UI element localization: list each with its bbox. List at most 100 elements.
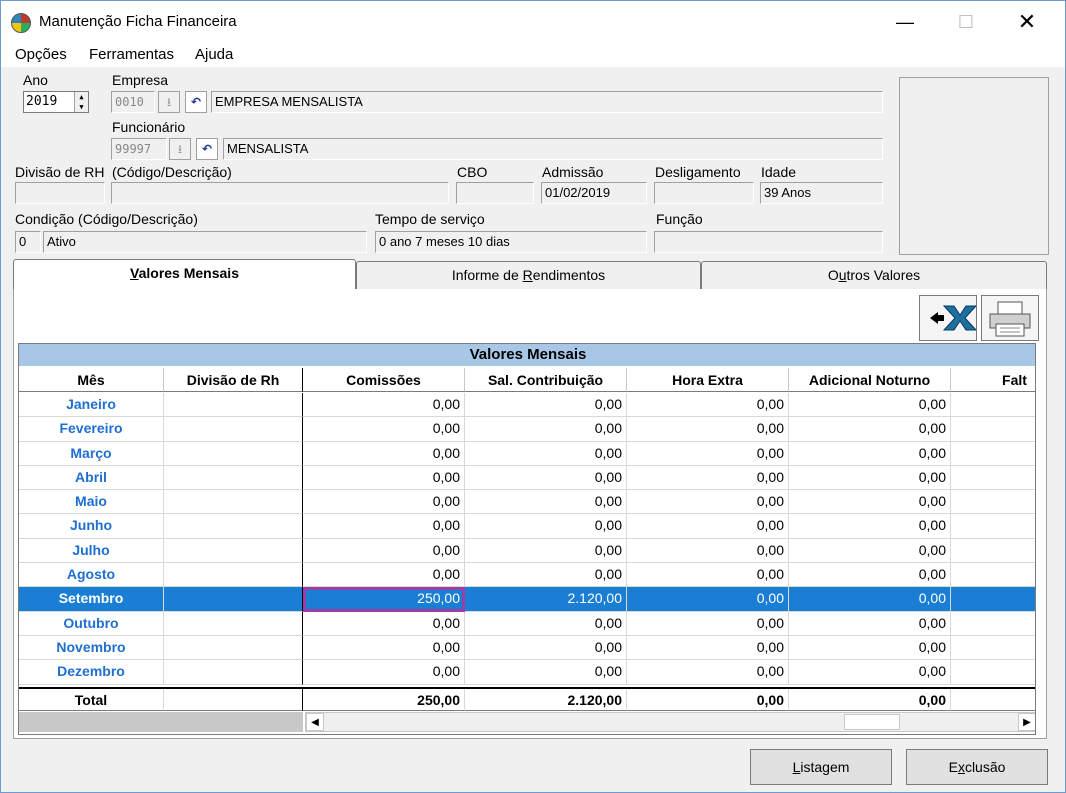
col-header[interactable]: Hora Extra [627, 368, 789, 392]
comissoes-cell[interactable]: 0,00 [303, 660, 465, 685]
divisao-cell[interactable] [164, 417, 303, 442]
faltas-cell[interactable] [951, 466, 1035, 491]
hora-extra-cell[interactable]: 0,00 [627, 514, 789, 539]
table-row[interactable]: Julho 0,00 0,00 0,00 0,00 [19, 538, 1035, 564]
faltas-cell[interactable] [951, 514, 1035, 539]
divisao-cell[interactable] [164, 514, 303, 539]
hora-extra-cell[interactable]: 0,00 [627, 417, 789, 442]
faltas-cell[interactable] [951, 417, 1035, 442]
mes-cell[interactable]: Novembro [19, 635, 164, 661]
hora-extra-cell[interactable]: 0,00 [627, 587, 789, 612]
faltas-cell[interactable] [951, 563, 1035, 588]
table-row[interactable]: Dezembro 0,00 0,00 0,00 0,00 [19, 660, 1035, 685]
adicional-noturno-cell[interactable]: 0,00 [789, 587, 951, 612]
valores-mensais-grid[interactable]: Valores Mensais Mês Divisão de Rh Comiss… [18, 343, 1036, 735]
comissoes-cell[interactable]: 0,00 [303, 611, 465, 636]
adicional-noturno-cell[interactable]: 0,00 [789, 538, 951, 564]
empresa-code-field[interactable]: 0010 [111, 91, 155, 113]
mes-cell[interactable]: Janeiro [19, 393, 164, 418]
hora-extra-cell[interactable]: 0,00 [627, 393, 789, 418]
mes-cell[interactable]: Julho [19, 538, 164, 564]
table-row[interactable]: Outubro 0,00 0,00 0,00 0,00 [19, 611, 1035, 636]
sal-contribuicao-cell[interactable]: 0,00 [465, 611, 627, 636]
comissoes-cell[interactable]: 0,00 [303, 563, 465, 588]
scroll-left-icon[interactable]: ◀ [306, 713, 324, 731]
sal-contribuicao-cell[interactable]: 0,00 [465, 465, 627, 491]
faltas-cell[interactable] [951, 393, 1035, 418]
listagem-button[interactable]: Listagem [750, 749, 892, 785]
faltas-cell[interactable] [951, 660, 1035, 685]
tab-outros-valores[interactable]: Outros Valores [701, 261, 1047, 289]
faltas-cell[interactable] [951, 612, 1035, 636]
col-header[interactable]: Sal. Contribuição [465, 368, 627, 392]
hora-extra-cell[interactable]: 0,00 [627, 563, 789, 588]
comissoes-cell[interactable]: 0,00 [303, 538, 465, 564]
table-row[interactable]: Maio 0,00 0,00 0,00 0,00 [19, 490, 1035, 515]
hora-extra-cell[interactable]: 0,00 [627, 538, 789, 564]
hora-extra-cell[interactable]: 0,00 [627, 611, 789, 636]
faltas-cell[interactable] [951, 636, 1035, 661]
hora-extra-cell[interactable]: 0,00 [627, 441, 789, 466]
maximize-button[interactable]: ☐ [946, 7, 986, 37]
divisao-cell[interactable] [164, 490, 303, 515]
comissoes-cell[interactable]: 0,00 [303, 393, 465, 418]
sal-contribuicao-cell[interactable]: 0,00 [465, 635, 627, 661]
col-header[interactable]: Mês [19, 368, 164, 392]
comissoes-cell[interactable]: 0,00 [303, 635, 465, 661]
sal-contribuicao-cell[interactable]: 0,00 [465, 417, 627, 442]
divisao-cell[interactable] [164, 563, 303, 588]
mes-cell[interactable]: Fevereiro [19, 417, 164, 442]
funcionario-lookup-icon[interactable]: ⭳ [169, 138, 191, 160]
comissoes-cell[interactable]: 0,00 [303, 417, 465, 442]
divisao-cell[interactable] [164, 441, 303, 466]
adicional-noturno-cell[interactable]: 0,00 [789, 490, 951, 515]
mes-cell[interactable]: Abril [19, 465, 164, 491]
sal-contribuicao-cell[interactable]: 2.120,00 [465, 587, 627, 612]
divisao-cell[interactable] [164, 393, 303, 418]
col-header[interactable]: Falt [951, 368, 1035, 392]
faltas-cell[interactable] [951, 539, 1035, 564]
print-button[interactable] [981, 295, 1039, 341]
divisao-cell[interactable] [164, 538, 303, 564]
mes-cell[interactable]: Outubro [19, 611, 164, 636]
sal-contribuicao-cell[interactable]: 0,00 [465, 393, 627, 418]
mes-cell[interactable]: Agosto [19, 563, 164, 588]
table-row[interactable]: Abril 0,00 0,00 0,00 0,00 [19, 465, 1035, 491]
adicional-noturno-cell[interactable]: 0,00 [789, 635, 951, 661]
ano-spinner[interactable]: 2019 ▲ ▼ [23, 91, 89, 113]
comissoes-cell[interactable]: 250,00 [303, 587, 465, 612]
menu-ferramentas[interactable]: Ferramentas [89, 46, 174, 63]
empresa-lookup-icon[interactable]: ⭳ [158, 91, 180, 113]
scrollbar-thumb[interactable] [844, 714, 900, 730]
mes-cell[interactable]: Maio [19, 490, 164, 515]
sal-contribuicao-cell[interactable]: 0,00 [465, 660, 627, 685]
minimize-button[interactable]: — [885, 7, 925, 37]
table-row[interactable]: Março 0,00 0,00 0,00 0,00 [19, 441, 1035, 466]
faltas-cell[interactable] [951, 587, 1035, 612]
adicional-noturno-cell[interactable]: 0,00 [789, 393, 951, 418]
sal-contribuicao-cell[interactable]: 0,00 [465, 441, 627, 466]
comissoes-cell[interactable]: 0,00 [303, 514, 465, 539]
divisao-cell[interactable] [164, 660, 303, 685]
menu-opcoes[interactable]: Opções [15, 46, 67, 63]
funcionario-code-field[interactable]: 99997 [111, 138, 167, 160]
sal-contribuicao-cell[interactable]: 0,00 [465, 514, 627, 539]
adicional-noturno-cell[interactable]: 0,00 [789, 514, 951, 539]
col-header[interactable]: Divisão de Rh [164, 368, 303, 392]
horizontal-scrollbar[interactable]: ◀ ▶ [19, 712, 1035, 734]
table-row[interactable]: Setembro 250,00 2.120,00 0,00 0,00 [19, 587, 1035, 612]
divisao-cell[interactable] [164, 611, 303, 636]
adicional-noturno-cell[interactable]: 0,00 [789, 611, 951, 636]
hora-extra-cell[interactable]: 0,00 [627, 465, 789, 491]
sal-contribuicao-cell[interactable]: 0,00 [465, 538, 627, 564]
divisao-cell[interactable] [164, 465, 303, 491]
mes-cell[interactable]: Março [19, 441, 164, 466]
adicional-noturno-cell[interactable]: 0,00 [789, 417, 951, 442]
tab-informe-rendimentos[interactable]: Informe de Rendimentos [356, 261, 701, 289]
divisao-cell[interactable] [164, 587, 303, 612]
table-row[interactable]: Novembro 0,00 0,00 0,00 0,00 [19, 635, 1035, 661]
menu-ajuda[interactable]: Ajuda [195, 46, 233, 63]
adicional-noturno-cell[interactable]: 0,00 [789, 465, 951, 491]
mes-cell[interactable]: Setembro [19, 587, 164, 612]
exclusao-button[interactable]: Exclusão [906, 749, 1048, 785]
